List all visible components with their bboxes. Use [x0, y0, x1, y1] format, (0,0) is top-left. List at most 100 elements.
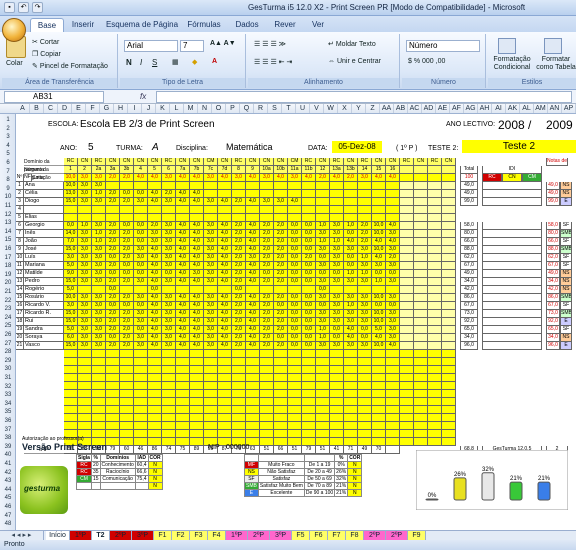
grade-cell[interactable]: 3,0	[330, 278, 344, 286]
grade-cell[interactable]: 3,0	[148, 230, 162, 238]
grade-cell[interactable]	[386, 350, 400, 358]
grade-cell[interactable]: 3,0	[386, 334, 400, 342]
column-header[interactable]: AL	[520, 104, 534, 113]
grade-cell[interactable]: 2,0	[232, 222, 246, 230]
grade-cell[interactable]: 3,0	[274, 198, 288, 206]
grade-cell[interactable]	[64, 382, 78, 390]
grade-cell[interactable]: 2,0	[260, 246, 274, 254]
grade-cell[interactable]: 3,0	[78, 302, 92, 310]
grade-cell[interactable]	[330, 358, 344, 366]
grade-cell[interactable]	[218, 358, 232, 366]
grade-cell[interactable]	[414, 358, 428, 366]
grade-cell[interactable]	[442, 286, 456, 294]
grade-cell[interactable]: 3,0	[78, 294, 92, 302]
row-header[interactable]: 19	[0, 271, 16, 279]
grade-cell[interactable]	[92, 358, 106, 366]
grade-cell[interactable]: 3,0	[134, 318, 148, 326]
grade-cell[interactable]	[190, 438, 204, 446]
grade-cell[interactable]	[442, 302, 456, 310]
row-header[interactable]: 39	[0, 443, 16, 451]
grade-cell[interactable]: 2,0	[120, 254, 134, 262]
grade-cell[interactable]: 1,0	[358, 254, 372, 262]
grade-cell[interactable]: 3,0	[92, 182, 106, 190]
student-name[interactable]: Luís	[24, 254, 64, 262]
grade-cell[interactable]	[428, 254, 442, 262]
grade-cell[interactable]: 3,0	[330, 254, 344, 262]
grade-cell[interactable]	[106, 206, 120, 214]
grade-cell[interactable]: 2,0	[302, 254, 316, 262]
cotacao-cell[interactable]	[414, 174, 428, 182]
grade-cell[interactable]: 0,0	[288, 294, 302, 302]
grade-cell[interactable]: 4,0	[386, 222, 400, 230]
grade-cell[interactable]	[232, 390, 246, 398]
grade-cell[interactable]	[148, 390, 162, 398]
grade-cell[interactable]	[330, 198, 344, 206]
grade-cell[interactable]	[232, 214, 246, 222]
cotacao-cell[interactable]: 3,0	[358, 174, 372, 182]
grade-cell[interactable]	[176, 382, 190, 390]
student-name[interactable]: Georgio	[24, 222, 64, 230]
grade-cell[interactable]	[386, 206, 400, 214]
grade-cell[interactable]	[344, 366, 358, 374]
grade-cell[interactable]: 2,0	[106, 230, 120, 238]
grade-cell[interactable]	[218, 286, 232, 294]
grade-cell[interactable]	[302, 406, 316, 414]
grade-cell[interactable]: 3,0	[204, 198, 218, 206]
column-header[interactable]: AM	[534, 104, 548, 113]
row-header[interactable]: 38	[0, 434, 16, 442]
grade-cell[interactable]: 4,0	[246, 262, 260, 270]
column-header[interactable]: O	[212, 104, 226, 113]
grade-cell[interactable]	[386, 182, 400, 190]
grade-cell[interactable]: 2,0	[120, 278, 134, 286]
cotacao-cell[interactable]: 4,0	[218, 174, 232, 182]
grade-cell[interactable]	[344, 430, 358, 438]
grade-cell[interactable]	[428, 422, 442, 430]
grade-cell[interactable]: 0,0	[106, 334, 120, 342]
dominio-cell[interactable]: CN	[78, 158, 92, 166]
student-name[interactable]: Soraya	[24, 334, 64, 342]
grade-cell[interactable]	[162, 390, 176, 398]
grade-cell[interactable]: 2,0	[232, 238, 246, 246]
grade-cell[interactable]	[400, 206, 414, 214]
column-header[interactable]: AG	[464, 104, 478, 113]
grade-cell[interactable]	[162, 382, 176, 390]
dominio-cell[interactable]: CN	[176, 158, 190, 166]
grade-cell[interactable]: 2,0	[120, 246, 134, 254]
grade-cell[interactable]	[148, 382, 162, 390]
grade-cell[interactable]	[428, 398, 442, 406]
grade-cell[interactable]	[218, 214, 232, 222]
grade-cell[interactable]: 0,0	[134, 270, 148, 278]
grade-cell[interactable]	[92, 414, 106, 422]
grade-cell[interactable]	[372, 358, 386, 366]
grade-cell[interactable]	[134, 366, 148, 374]
grade-cell[interactable]: 0,0	[288, 238, 302, 246]
grade-cell[interactable]: 3,0	[162, 230, 176, 238]
grade-cell[interactable]	[316, 414, 330, 422]
grade-cell[interactable]	[316, 406, 330, 414]
numero-cell[interactable]: 10a	[260, 166, 274, 174]
dominio-cell[interactable]: CN	[344, 158, 358, 166]
grade-cell[interactable]: 3,0	[78, 190, 92, 198]
numero-cell[interactable]	[414, 166, 428, 174]
column-header[interactable]: N	[198, 104, 212, 113]
grade-cell[interactable]	[428, 278, 442, 286]
grade-cell[interactable]: 0,0	[288, 270, 302, 278]
grade-cell[interactable]	[442, 398, 456, 406]
grade-cell[interactable]: 0,0	[330, 326, 344, 334]
cotacao-cell[interactable]: 4,0	[190, 174, 204, 182]
grade-cell[interactable]: 7,0	[64, 238, 78, 246]
grade-cell[interactable]	[218, 390, 232, 398]
grade-cell[interactable]	[176, 182, 190, 190]
grade-cell[interactable]: 2,0	[120, 198, 134, 206]
grade-cell[interactable]	[400, 390, 414, 398]
sheet-tab[interactable]: 2ºP	[248, 531, 270, 540]
grade-cell[interactable]	[330, 190, 344, 198]
grade-cell[interactable]: 2,0	[260, 262, 274, 270]
wrap-text-button[interactable]: ↵ Moldar Texto	[328, 40, 376, 48]
grade-cell[interactable]	[316, 350, 330, 358]
grade-cell[interactable]	[414, 302, 428, 310]
grade-cell[interactable]: 0,0	[372, 270, 386, 278]
grade-cell[interactable]: 2,0	[232, 302, 246, 310]
grade-cell[interactable]: 3,0	[386, 246, 400, 254]
grade-cell[interactable]	[428, 414, 442, 422]
